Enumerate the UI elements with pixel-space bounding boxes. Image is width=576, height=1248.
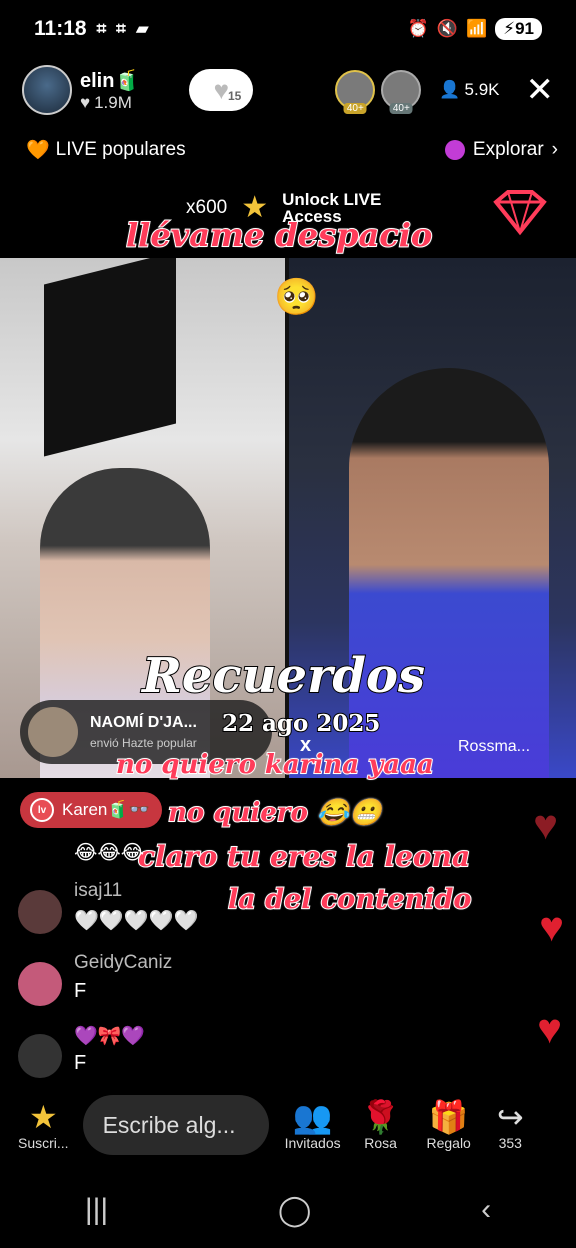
status-bar: 11:18 ⌗ ⌗ ▰ ⏰ 🔇 📶 ⚡91 (0, 0, 576, 58)
orange-heart-icon: 🧡 (26, 140, 50, 161)
song-overlay: llévame despacio (125, 215, 433, 255)
clock: 11:18 (34, 17, 87, 40)
comment[interactable]: 😂😂😂 (18, 836, 478, 876)
star-icon: ★ (28, 1099, 58, 1135)
comment-avatar[interactable] (18, 1034, 62, 1078)
joined-user-name: Karen🧃👓 (62, 800, 150, 819)
host-avatar[interactable] (22, 65, 72, 115)
diamond-icon[interactable] (488, 186, 552, 236)
heart-icon: ♥ (539, 903, 564, 950)
sub-header: 🧡 LIVE populares Explorar › (26, 135, 558, 165)
scan-icon: ⌗ (116, 19, 126, 38)
system-nav-bar: ||| ◯ ‹ (0, 1180, 576, 1240)
comment-author: isaj11 (74, 880, 123, 901)
overlay-line-2: no quiero 😂😬 (167, 797, 383, 829)
subscribe-button[interactable]: ★ Suscri... (18, 1099, 69, 1151)
follow-button[interactable]: ♥ 15 (189, 69, 254, 111)
wifi-icon: 📶 (465, 19, 488, 38)
heart-icon: ♥ (533, 801, 558, 848)
viewer-avatar[interactable]: 40+ (381, 70, 422, 114)
comment[interactable]: GeidyCaniz F (18, 948, 478, 1020)
person-icon: 👤 (439, 80, 461, 99)
comment-avatar[interactable] (18, 890, 62, 934)
comment-text: F (74, 980, 87, 1002)
battery-indicator: ⚡91 (495, 18, 542, 40)
heart-icon: ♥ (213, 75, 230, 105)
top-viewers[interactable]: 40+ 40+ (335, 70, 422, 114)
heart-icon: ♥ (537, 1005, 562, 1052)
mute-icon: 🔇 (436, 19, 458, 38)
join-notification[interactable]: lv Karen🧃👓 (20, 792, 162, 828)
share-button[interactable]: ↪ 353 (497, 1099, 524, 1151)
pleading-emoji: 🥺 (274, 276, 319, 317)
viewer-count[interactable]: 👤 5.9K (439, 80, 499, 100)
folder-icon: ▰ (135, 19, 149, 38)
home-icon[interactable]: ◯ (278, 1193, 312, 1228)
comment-avatar[interactable] (18, 962, 62, 1006)
explore-icon (444, 140, 465, 160)
comment-input[interactable]: Escribe alg... (82, 1095, 269, 1155)
memories-title: Recuerdos (141, 647, 426, 705)
recent-apps-icon[interactable]: ||| (85, 1193, 108, 1227)
popular-live-link[interactable]: 🧡 LIVE populares (26, 138, 186, 162)
viewer-avatar[interactable]: 40+ (335, 70, 376, 114)
comment-text: F (74, 1052, 87, 1074)
comment[interactable]: 💜🎀💜 F (18, 1020, 478, 1092)
host-likes: ♥ 1.9M (80, 92, 132, 112)
tv-background (44, 258, 176, 457)
back-icon[interactable]: ‹ (481, 1193, 491, 1227)
chevron-right-icon: › (551, 139, 558, 160)
close-button[interactable]: ✕ (526, 73, 555, 107)
comment-author: 💜🎀💜 (74, 1026, 145, 1047)
rose-icon: 🌹 (360, 1099, 401, 1135)
gift-message: envió Hazte popular (90, 736, 197, 750)
comment[interactable]: isaj11 🤍🤍🤍🤍🤍 (18, 876, 478, 948)
gift-sender-name: NAOMÍ D'JA... (90, 714, 197, 731)
viewer-badge: 40+ (343, 103, 367, 114)
host-name: elin🧃 (80, 69, 140, 92)
comment-author: GeidyCaniz (74, 952, 173, 973)
follow-count: 15 (228, 89, 242, 103)
comment-text: 😂😂😂 (74, 842, 145, 864)
gift-sender-avatar (28, 707, 78, 757)
memories-date: 22 ago 2025 (221, 709, 381, 738)
screen-record-icon: ⌗ (96, 19, 107, 38)
viewer-badge: 40+ (389, 103, 413, 114)
comment-text: 🤍🤍🤍🤍🤍 (74, 910, 199, 932)
explore-link[interactable]: Explorar › (444, 139, 558, 161)
guests-button[interactable]: 👥 Invitados (285, 1099, 341, 1151)
host-info[interactable]: elin🧃 ♥ 1.9M (80, 68, 139, 113)
bottom-action-bar: ★ Suscri... Escribe alg... 👥 Invitados 🌹… (0, 1090, 576, 1160)
gift-icon: 🎁 (428, 1099, 469, 1135)
overlay-line-1: no quiero karina yaaa (115, 749, 435, 781)
level-badge: lv (30, 798, 54, 822)
live-header: elin🧃 ♥ 1.9M ♥ 15 40+ 40+ 👤 5.9K ✕ (22, 62, 554, 118)
comment-list[interactable]: 😂😂😂 isaj11 🤍🤍🤍🤍🤍 GeidyCaniz F 💜🎀💜 F (18, 836, 478, 1092)
rose-button[interactable]: 🌹 Rosa (361, 1099, 401, 1151)
alarm-icon: ⏰ (407, 19, 429, 38)
right-host-name[interactable]: Rossma... (458, 738, 530, 756)
share-icon: ↪ (496, 1099, 524, 1135)
gift-button[interactable]: 🎁 Regalo (426, 1099, 470, 1151)
guests-icon: 👥 (292, 1099, 333, 1135)
heart-icon: ♥ (80, 92, 91, 112)
